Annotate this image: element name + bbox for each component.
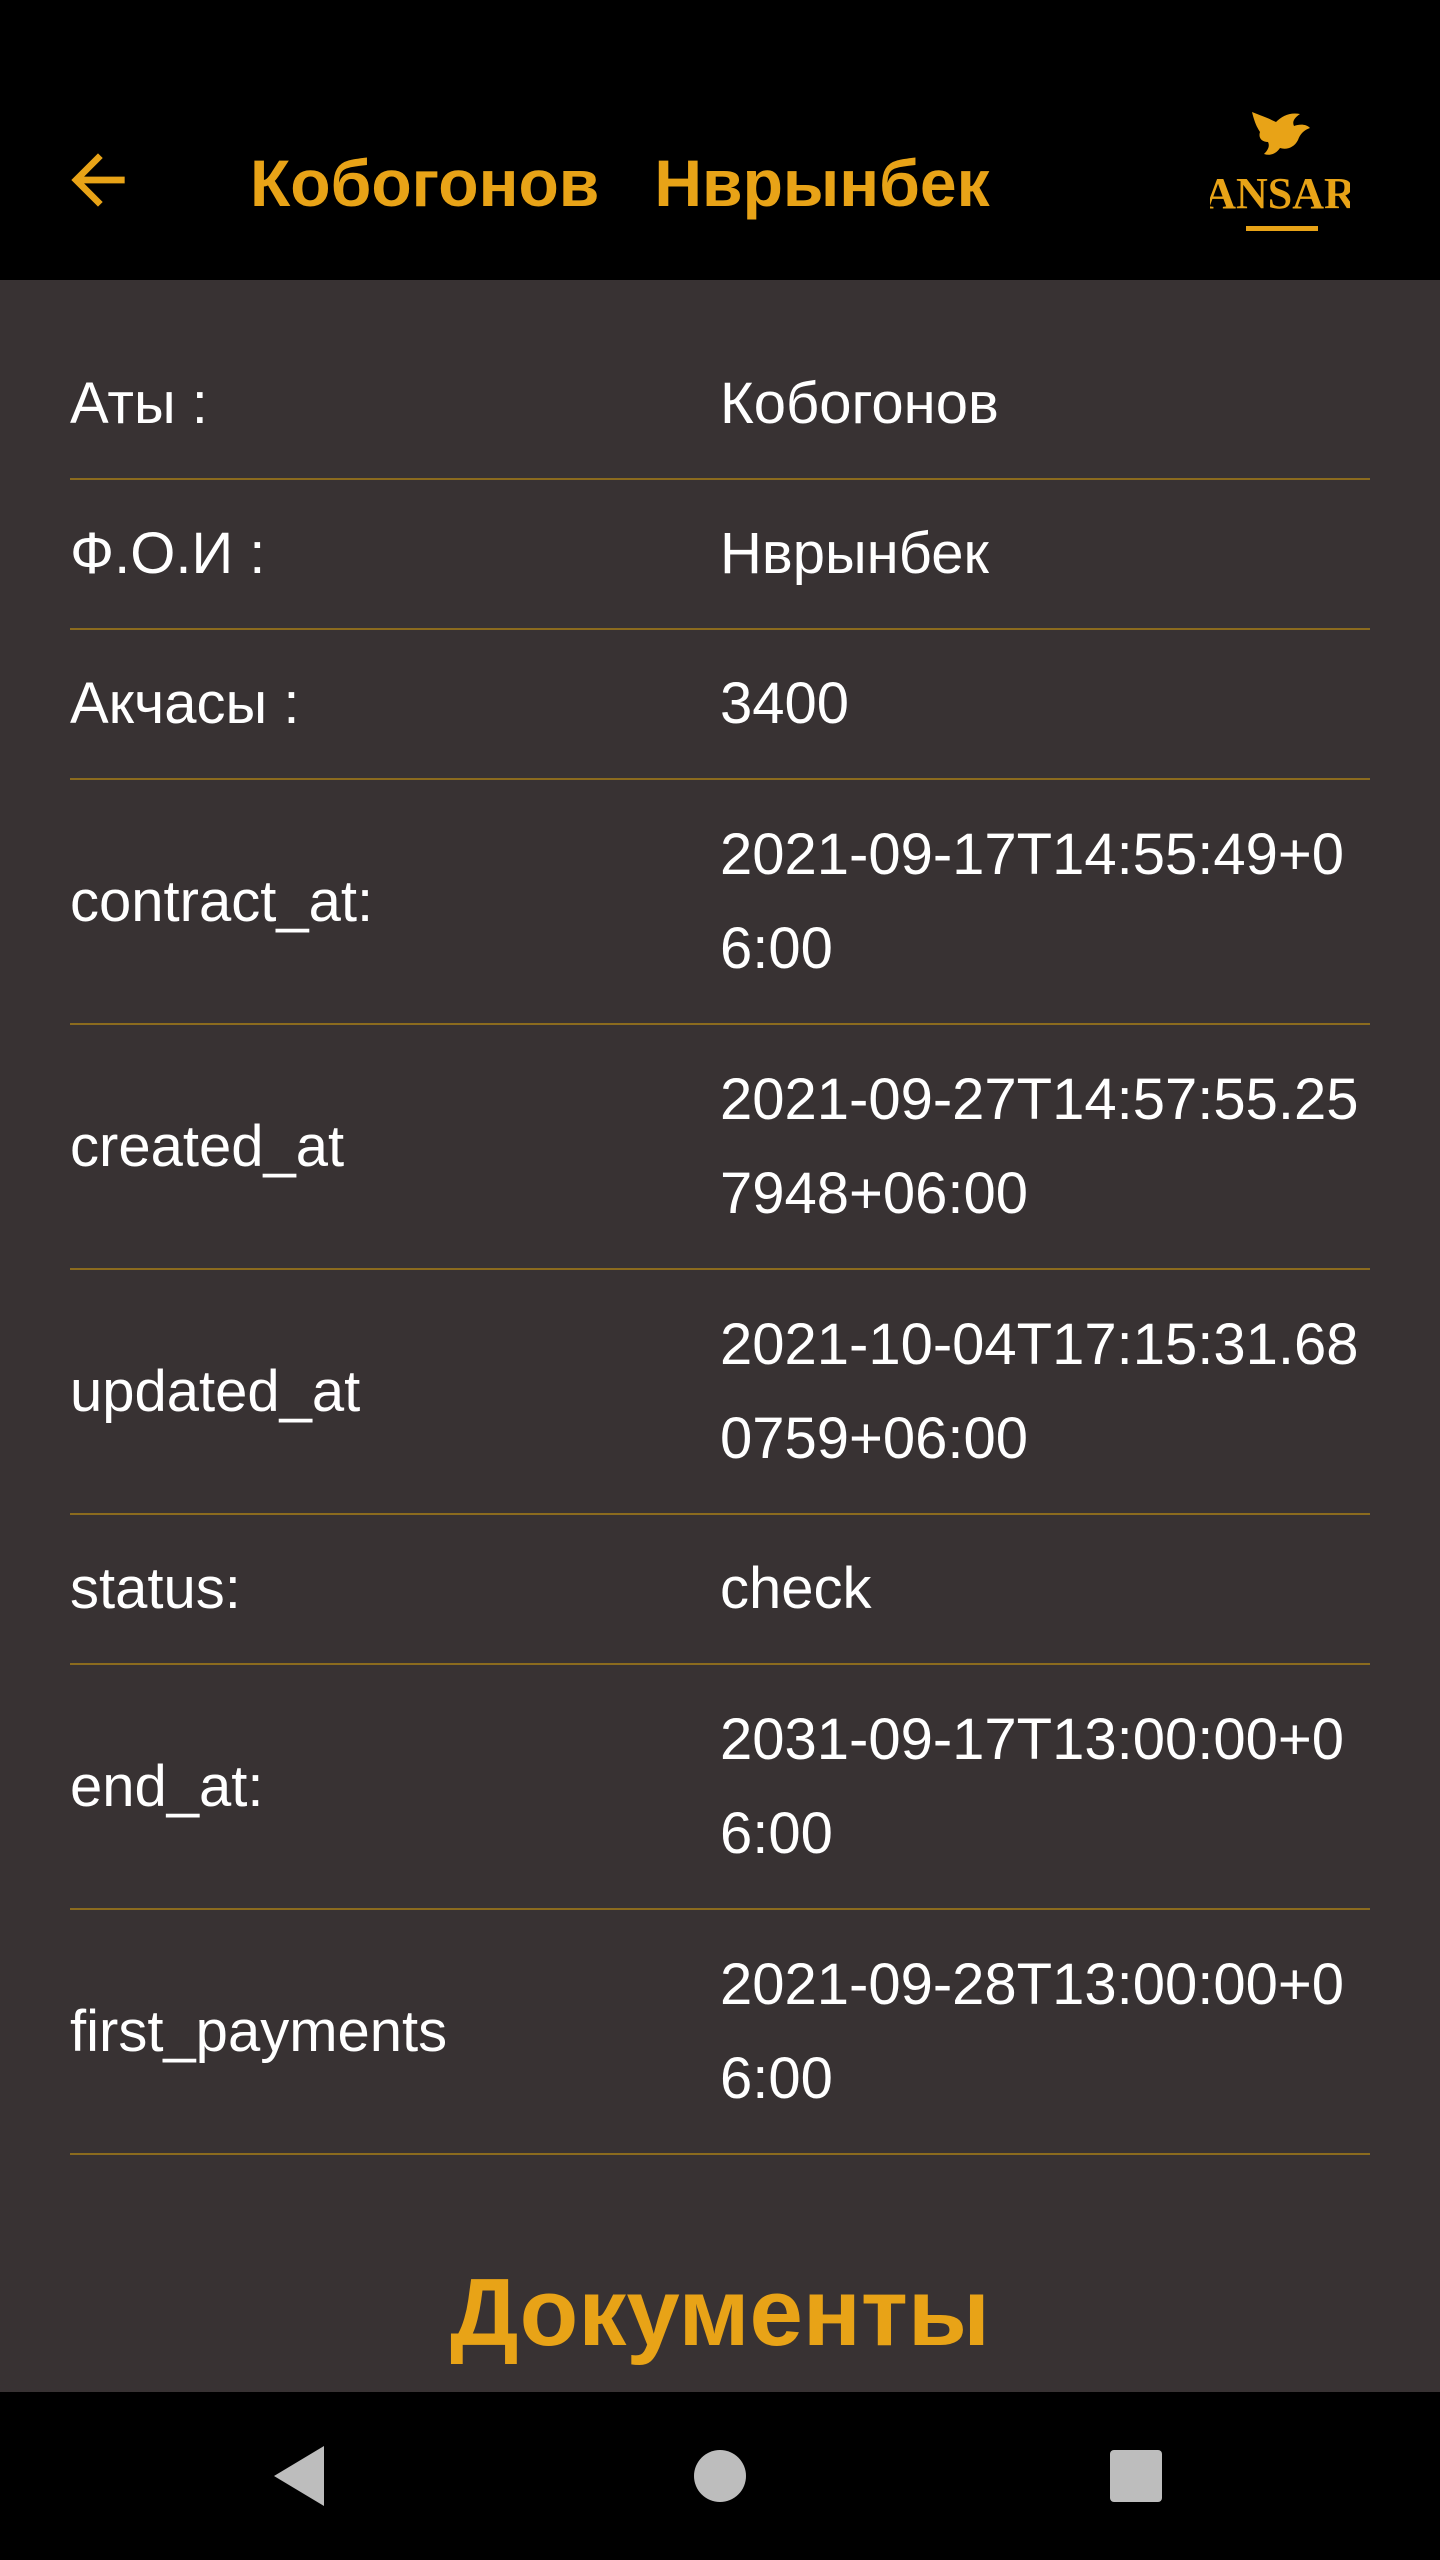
nav-back-button[interactable] bbox=[260, 2436, 340, 2516]
back-button[interactable] bbox=[58, 140, 138, 220]
documents-heading[interactable]: Документы bbox=[0, 2258, 1440, 2368]
detail-value: 2031-09-17T13:00:00+06:00 bbox=[720, 1706, 1345, 1866]
detail-row-end-at: end_at: 2031-09-17T13:00:00+06:00 bbox=[70, 1665, 1370, 1910]
detail-value: 2021-09-27T14:57:55.257948+06:00 bbox=[720, 1066, 1359, 1226]
detail-label: status: bbox=[70, 1556, 241, 1622]
square-recents-icon bbox=[1110, 2450, 1162, 2502]
ansar-logo-icon: ANSAR bbox=[1204, 112, 1357, 231]
detail-row-contract-at: contract_at: 2021-09-17T14:55:49+06:00 bbox=[70, 780, 1370, 1025]
app-title: Кобогонов Нврынбек bbox=[250, 146, 990, 220]
app-bar: Кобогонов Нврынбек ANSAR bbox=[0, 0, 1440, 280]
detail-row-amount: Акчасы : 3400 bbox=[70, 630, 1370, 780]
detail-row-name: Аты : Кобогонов bbox=[70, 330, 1370, 480]
detail-value: 2021-09-28T13:00:00+06:00 bbox=[720, 1951, 1345, 2111]
system-nav-bar bbox=[0, 2392, 1440, 2560]
nav-home-button[interactable] bbox=[680, 2436, 760, 2516]
detail-label: end_at: bbox=[70, 1753, 264, 1819]
detail-value: check bbox=[720, 1556, 872, 1621]
detail-label: Ф.О.И : bbox=[70, 521, 266, 587]
detail-row-created-at: created_at 2021-09-27T14:57:55.257948+06… bbox=[70, 1025, 1370, 1270]
detail-label: updated_at bbox=[70, 1358, 361, 1424]
detail-value: 2021-09-17T14:55:49+06:00 bbox=[720, 821, 1345, 981]
detail-row-first-payments: first_payments 2021-09-28T13:00:00+06:00 bbox=[70, 1910, 1370, 2155]
nav-recents-button[interactable] bbox=[1096, 2436, 1176, 2516]
logo-text: ANSAR bbox=[1210, 169, 1350, 218]
detail-value: 3400 bbox=[720, 671, 850, 736]
ansar-logo: ANSAR bbox=[1204, 108, 1357, 238]
detail-label: Акчасы : bbox=[70, 671, 300, 737]
triangle-back-icon bbox=[274, 2446, 324, 2506]
detail-row-updated-at: updated_at 2021-10-04T17:15:31.680759+06… bbox=[70, 1270, 1370, 1515]
arrow-left-icon bbox=[71, 153, 125, 207]
detail-label: created_at bbox=[70, 1113, 345, 1179]
detail-value: 2021-10-04T17:15:31.680759+06:00 bbox=[720, 1311, 1359, 1471]
circle-home-icon bbox=[694, 2450, 746, 2502]
details-list: Аты : Кобогонов Ф.О.И : Нврынбек Акчасы … bbox=[70, 330, 1370, 2155]
detail-row-fio: Ф.О.И : Нврынбек bbox=[70, 480, 1370, 630]
detail-label: Аты : bbox=[70, 371, 208, 437]
detail-label: first_payments bbox=[70, 1998, 448, 2064]
detail-label: contract_at: bbox=[70, 868, 374, 934]
detail-value: Нврынбек bbox=[720, 521, 989, 586]
detail-row-status: status: check bbox=[70, 1515, 1370, 1665]
detail-value: Кобогонов bbox=[720, 371, 999, 436]
